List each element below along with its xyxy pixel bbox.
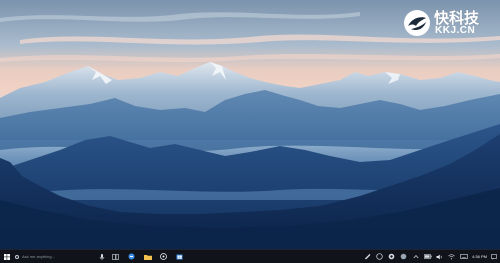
cortana-icon [15, 254, 19, 259]
store-button[interactable] [174, 250, 185, 263]
search-placeholder: Ask me anything... [22, 254, 55, 259]
taskbar-clock[interactable]: 4:36 PM [472, 254, 487, 259]
keyboard-icon [459, 254, 468, 259]
tray-volume[interactable] [435, 250, 444, 263]
edge-icon [128, 253, 135, 260]
microphone-icon[interactable] [98, 253, 106, 261]
notification-icon [491, 253, 497, 260]
edge-browser-button[interactable] [126, 250, 137, 263]
file-explorer-button[interactable] [142, 250, 153, 263]
media-player-button[interactable] [158, 250, 169, 263]
taskbar-left: Ask me anything... [0, 250, 111, 263]
store-icon [176, 254, 183, 260]
tray-app-2[interactable] [399, 250, 408, 263]
folder-icon [143, 254, 152, 260]
network-icon [364, 253, 371, 260]
chevron-up-icon [413, 254, 419, 259]
taskbar-apps [110, 250, 190, 263]
app-2-icon [400, 253, 407, 260]
volume-icon [436, 254, 442, 259]
app-1-icon [388, 253, 395, 260]
system-tray: 4:36 PM [360, 250, 498, 263]
windows-logo-icon [4, 253, 10, 260]
tray-keyboard[interactable] [459, 250, 468, 263]
watermark-domain: KKJ.CN [435, 25, 476, 36]
circle-app-icon [376, 253, 383, 260]
watermark: 快科技 KKJ.CN [402, 6, 494, 40]
tray-battery[interactable] [423, 250, 432, 263]
tray-chevron[interactable] [411, 250, 420, 263]
start-button[interactable] [0, 250, 14, 263]
task-view-icon [112, 253, 119, 260]
task-view-button[interactable] [110, 250, 121, 263]
search-box[interactable]: Ask me anything... [14, 250, 111, 263]
kkj-logo-icon [404, 10, 430, 36]
tray-wifi[interactable] [447, 250, 456, 263]
desktop: 快科技 KKJ.CN Ask me anything... 4:36 PM [0, 0, 500, 263]
tray-network[interactable] [363, 250, 372, 263]
action-center-button[interactable] [490, 250, 498, 263]
taskbar: Ask me anything... 4:36 PM [0, 249, 500, 263]
wifi-icon [448, 253, 455, 259]
tray-app-1[interactable] [387, 250, 396, 263]
tray-edge[interactable] [375, 250, 384, 263]
battery-icon [423, 254, 432, 259]
media-icon [160, 253, 167, 260]
